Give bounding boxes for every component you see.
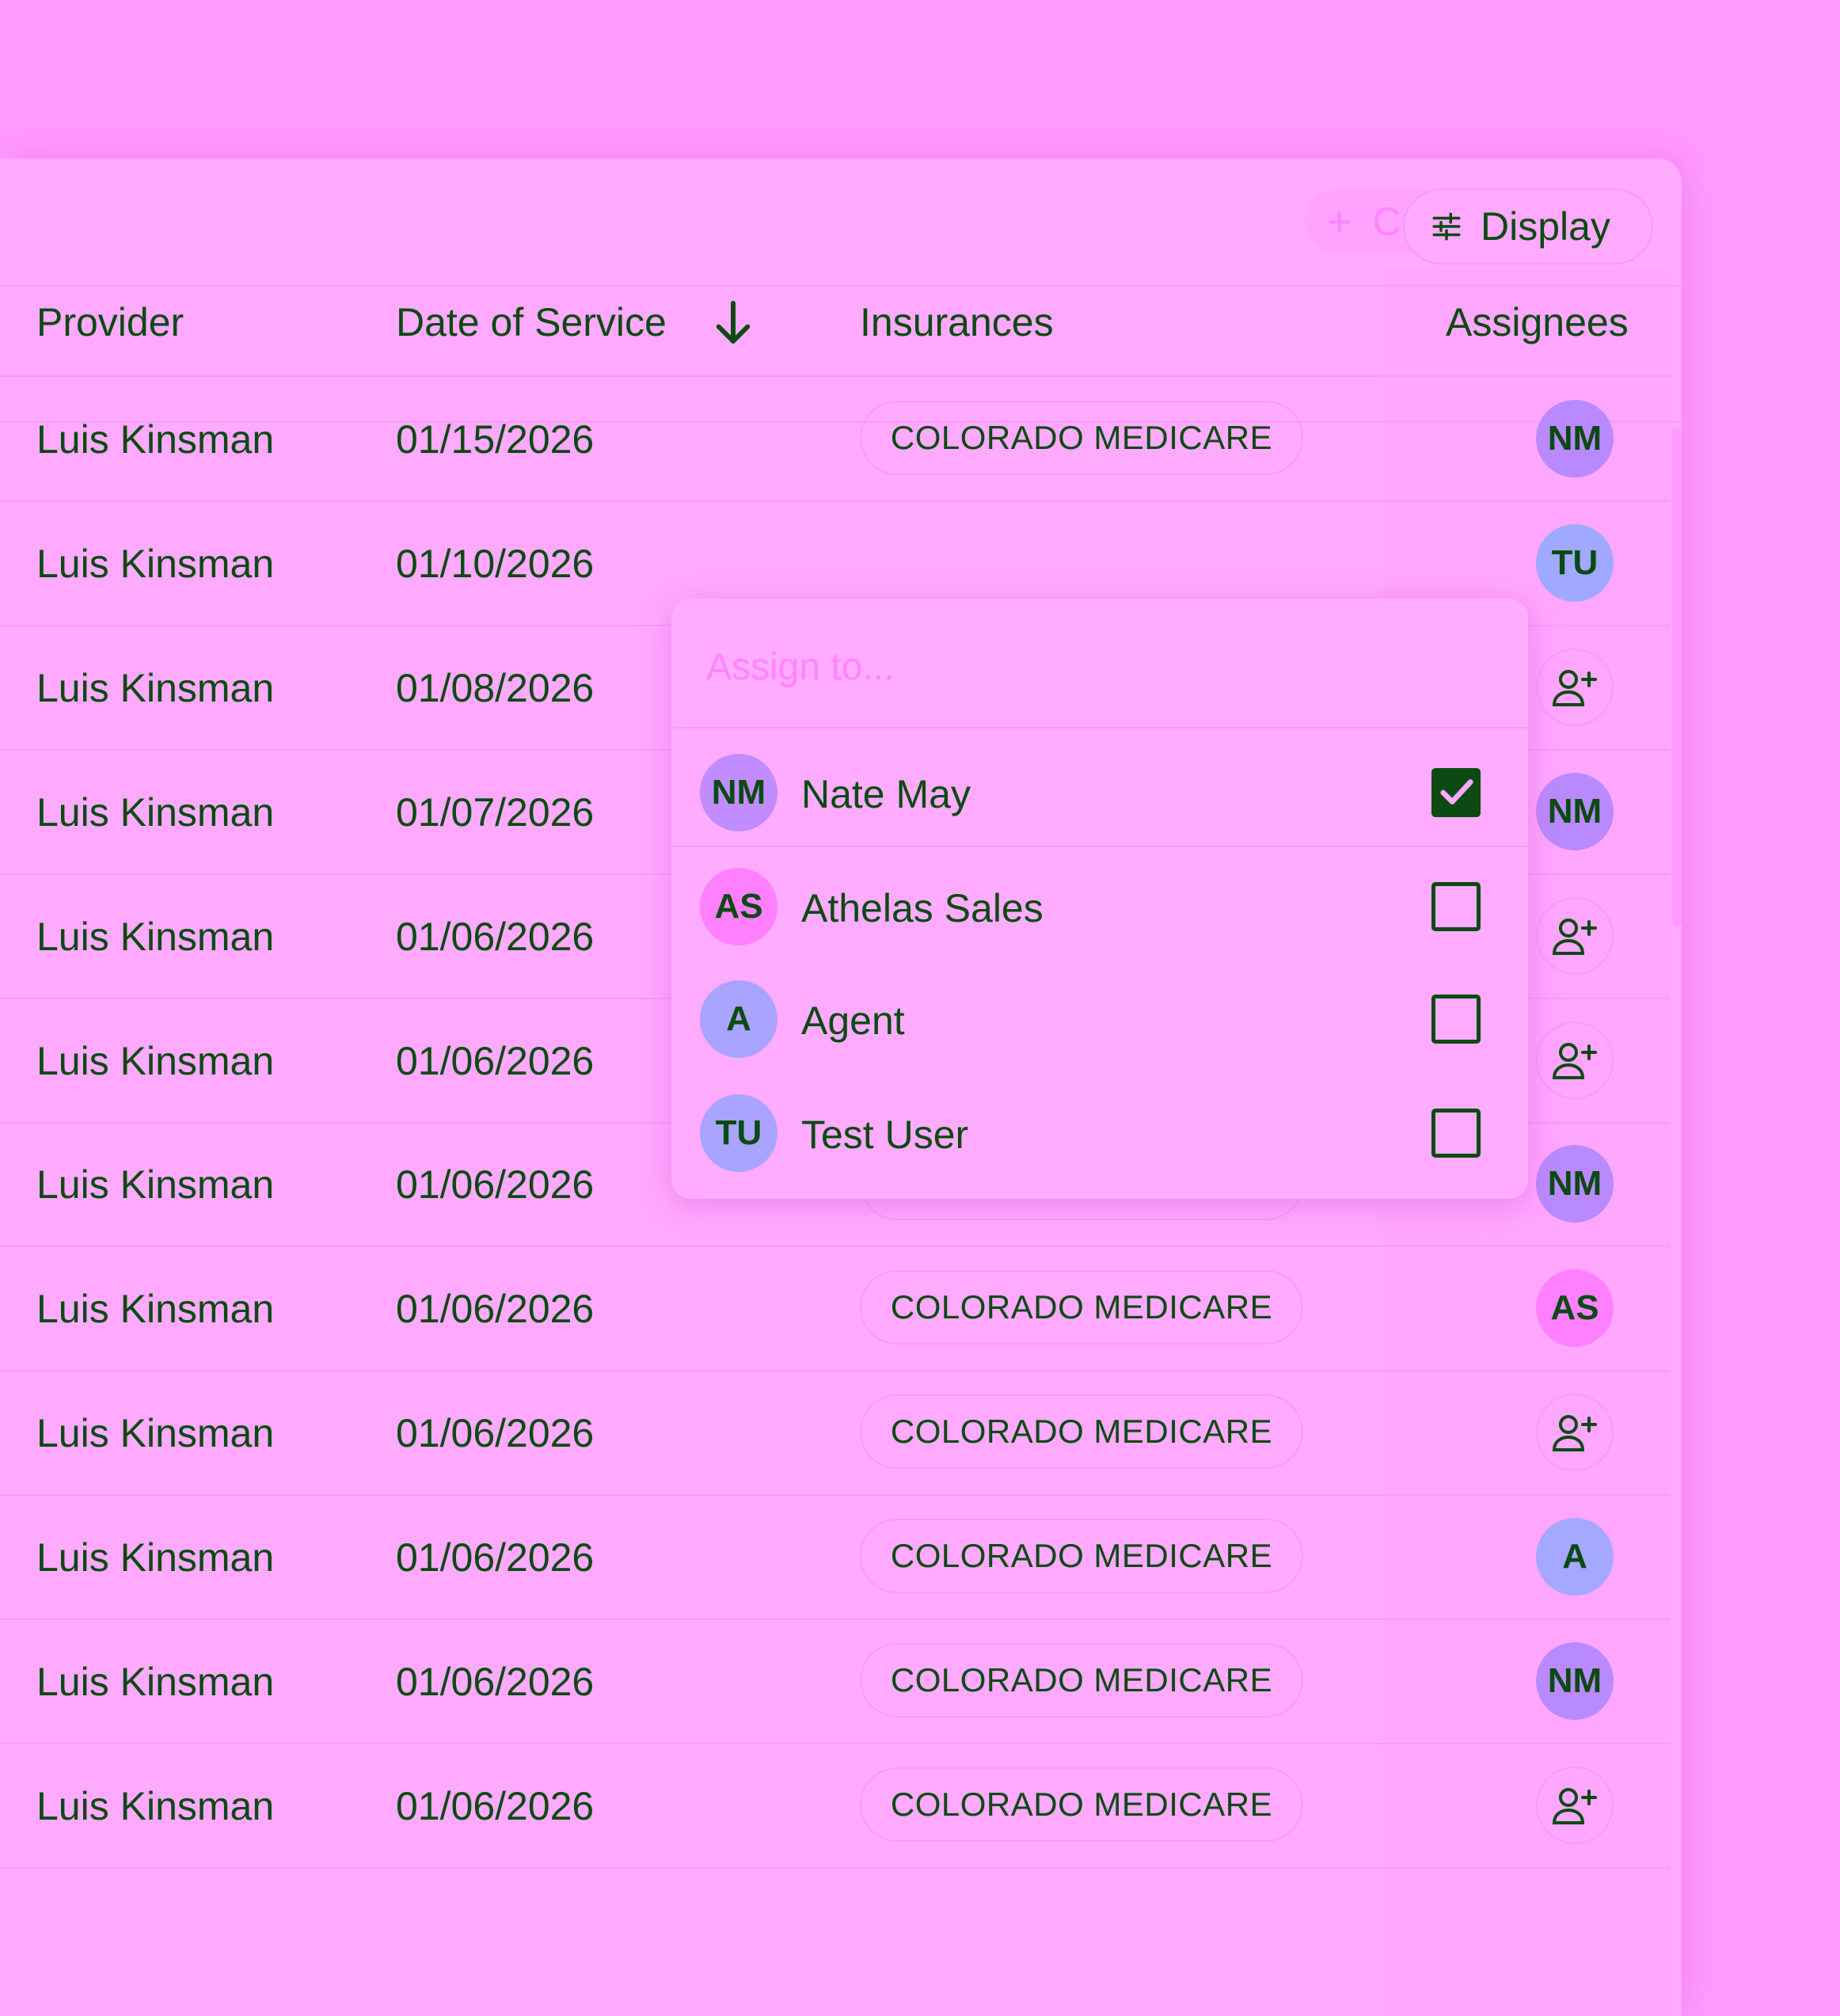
insurance-badge: COLORADO MEDICARE xyxy=(860,1394,1303,1469)
assignee-option-avatar: NM xyxy=(700,754,777,831)
insurance-badge: COLORADO MEDICARE xyxy=(860,1270,1303,1345)
table-row[interactable]: Luis Kinsman 01/06/2026 COLORADO MEDICARE xyxy=(0,1744,1671,1869)
user-plus-icon xyxy=(1552,1043,1597,1079)
assignee-avatar[interactable]: AS xyxy=(1536,1269,1614,1347)
plus-icon: + xyxy=(1327,198,1352,245)
provider-cell: Luis Kinsman xyxy=(36,1535,275,1580)
arrow-down-icon[interactable] xyxy=(711,298,755,348)
provider-cell: Luis Kinsman xyxy=(36,542,275,586)
table-row[interactable]: Luis Kinsman 01/06/2026 COLORADO MEDICARE xyxy=(0,1371,1671,1496)
assignee-option-avatar: TU xyxy=(700,1094,777,1172)
assign-user-button[interactable] xyxy=(1536,1394,1614,1471)
assignee-option[interactable]: AS Athelas Sales xyxy=(671,846,1528,960)
provider-cell: Luis Kinsman xyxy=(36,1287,275,1331)
assignee-option-name: Athelas Sales xyxy=(801,886,1044,930)
provider-cell: Luis Kinsman xyxy=(36,1162,275,1207)
assign-dropdown: NM Nate May AS Athelas Sales A Agent TU Test Us… xyxy=(671,599,1528,1199)
date-of-service-cell: 01/06/2026 xyxy=(396,1784,595,1828)
page-top-background xyxy=(0,0,1840,158)
column-header-assignees[interactable]: Assignees xyxy=(1446,299,1629,345)
assignee-option-avatar: A xyxy=(700,980,777,1058)
provider-cell: Luis Kinsman xyxy=(36,417,275,462)
insurance-badge: COLORADO MEDICARE xyxy=(860,1643,1303,1717)
provider-cell: Luis Kinsman xyxy=(36,1411,275,1455)
provider-cell: Luis Kinsman xyxy=(36,1660,275,1704)
display-button[interactable]: Display xyxy=(1403,188,1653,264)
date-of-service-cell: 01/06/2026 xyxy=(396,1660,595,1704)
date-of-service-cell: 01/08/2026 xyxy=(396,666,595,710)
user-plus-icon xyxy=(1552,1788,1597,1824)
provider-cell: Luis Kinsman xyxy=(36,915,275,959)
scrollbar[interactable] xyxy=(1672,428,1682,926)
insurance-badge: COLORADO MEDICARE xyxy=(860,401,1303,475)
provider-cell: Luis Kinsman xyxy=(36,1784,275,1828)
assignee-option-checkbox[interactable] xyxy=(1431,995,1481,1044)
assign-search xyxy=(671,599,1528,728)
date-of-service-cell: 01/15/2026 xyxy=(396,417,595,462)
column-header-date-of-service[interactable]: Date of Service xyxy=(396,299,667,345)
assignee-avatar[interactable]: NM xyxy=(1536,400,1614,477)
assignee-option-name: Agent xyxy=(801,998,905,1043)
date-of-service-cell: 01/06/2026 xyxy=(396,1162,595,1207)
assign-search-input[interactable] xyxy=(705,638,1420,695)
insurance-badge: COLORADO MEDICARE xyxy=(860,1767,1303,1842)
assignee-option[interactable]: A Agent xyxy=(671,958,1528,1072)
right-background xyxy=(1682,158,1840,2016)
date-of-service-cell: 01/06/2026 xyxy=(396,1039,595,1083)
assignee-option-checkbox[interactable] xyxy=(1431,768,1481,817)
date-of-service-cell: 01/07/2026 xyxy=(396,790,595,835)
check-icon xyxy=(1440,779,1473,804)
user-plus-icon xyxy=(1552,670,1597,706)
assignee-avatar[interactable]: NM xyxy=(1536,1145,1614,1223)
assign-user-button[interactable] xyxy=(1536,897,1614,975)
assign-user-button[interactable] xyxy=(1536,1767,1614,1844)
user-plus-icon xyxy=(1552,919,1597,955)
provider-cell: Luis Kinsman xyxy=(36,666,275,710)
date-of-service-cell: 01/06/2026 xyxy=(396,1411,595,1455)
assignee-avatar[interactable]: NM xyxy=(1536,773,1614,850)
assign-user-button[interactable] xyxy=(1536,1021,1614,1099)
provider-cell: Luis Kinsman xyxy=(36,1039,275,1083)
date-of-service-cell: 01/06/2026 xyxy=(396,1287,595,1331)
assignee-option[interactable]: TU Test User xyxy=(671,1072,1528,1186)
assignee-option-avatar: AS xyxy=(700,868,777,945)
table-header: Provider Date of Service Insurances Assi… xyxy=(0,269,1671,377)
provider-cell: Luis Kinsman xyxy=(36,790,275,835)
display-label: Display xyxy=(1481,204,1610,249)
assignee-avatar[interactable]: TU xyxy=(1536,524,1614,602)
assign-user-button[interactable] xyxy=(1536,649,1614,726)
assignee-option-checkbox[interactable] xyxy=(1431,1109,1481,1158)
table-row[interactable]: Luis Kinsman 01/06/2026 COLORADO MEDICARE A xyxy=(0,1495,1671,1620)
column-header-insurances[interactable]: Insurances xyxy=(860,299,1054,345)
assignee-option[interactable]: NM Nate May xyxy=(671,732,1528,847)
assignee-avatar[interactable]: NM xyxy=(1536,1642,1614,1720)
date-of-service-cell: 01/10/2026 xyxy=(396,542,595,586)
sliders-icon xyxy=(1432,212,1461,241)
date-of-service-cell: 01/06/2026 xyxy=(396,915,595,959)
table-row[interactable]: Luis Kinsman 01/06/2026 COLORADO MEDICARE N… xyxy=(0,1619,1671,1744)
table-row[interactable]: Luis Kinsman 01/15/2026 COLORADO MEDICARE N… xyxy=(0,377,1671,502)
user-plus-icon xyxy=(1552,1415,1597,1451)
table-row[interactable]: Luis Kinsman 01/06/2026 COLORADO MEDICARE A… xyxy=(0,1246,1671,1371)
assignee-option-checkbox[interactable] xyxy=(1431,882,1481,931)
assignee-option-name: Test User xyxy=(801,1113,969,1157)
date-of-service-cell: 01/06/2026 xyxy=(396,1535,595,1580)
column-header-provider[interactable]: Provider xyxy=(36,299,184,345)
assignee-avatar[interactable]: A xyxy=(1536,1518,1614,1596)
assignee-option-name: Nate May xyxy=(801,772,971,816)
insurance-badge: COLORADO MEDICARE xyxy=(860,1519,1303,1593)
